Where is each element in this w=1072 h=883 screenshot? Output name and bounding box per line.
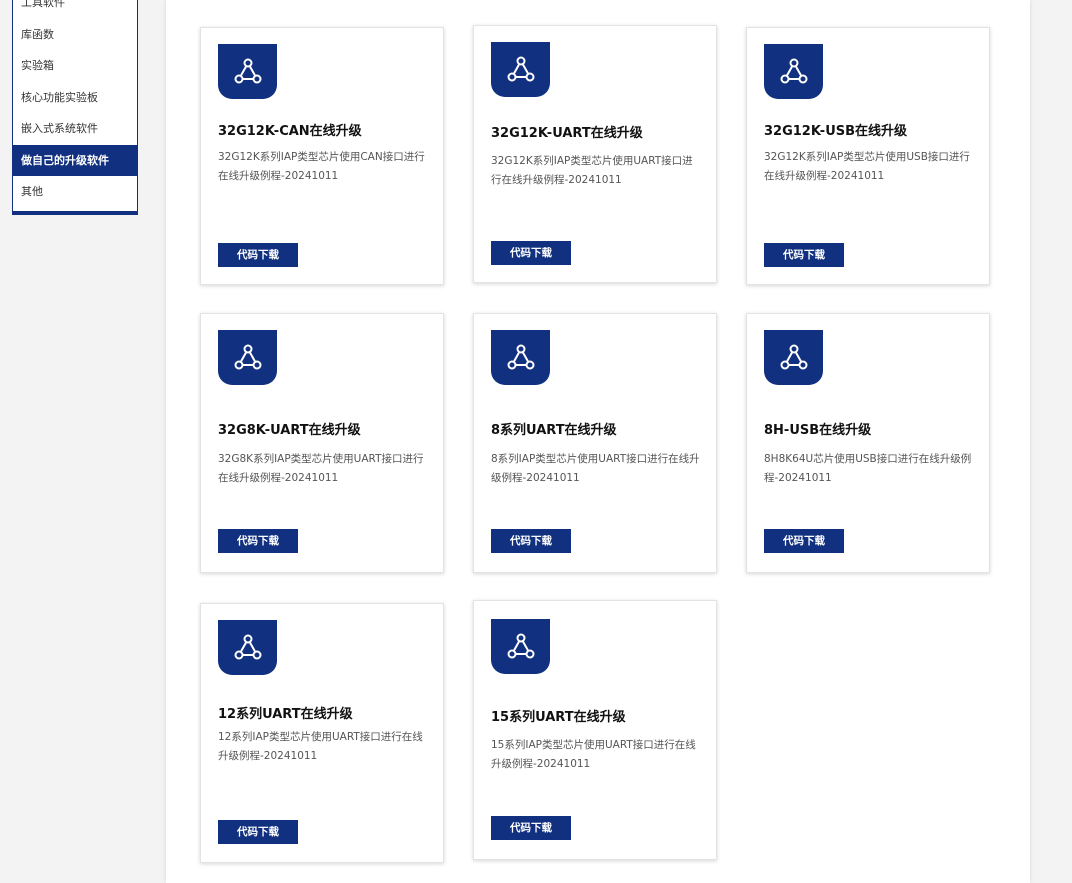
product-card: 32G12K-UART在线升级 32G12K系列IAP类型芯片使用UART接口进… xyxy=(473,25,717,283)
sidebar-item-other[interactable]: 其他 xyxy=(13,176,137,208)
sidebar-item-core-boards[interactable]: 核心功能实验板 xyxy=(13,82,137,114)
network-share-icon xyxy=(764,330,823,385)
sidebar-item-upgrade-software[interactable]: 做自己的升级软件 xyxy=(13,144,137,176)
product-card: 32G12K-USB在线升级 32G12K系列IAP类型芯片使用USB接口进行在… xyxy=(746,27,990,285)
code-download-button[interactable]: 代码下载 xyxy=(764,243,844,267)
product-card: 8系列UART在线升级 8系列IAP类型芯片使用UART接口进行在线升级例程-2… xyxy=(473,313,717,573)
card-description: 32G12K系列IAP类型芯片使用CAN接口进行在线升级例程-20241011 xyxy=(218,151,425,182)
product-card: 32G8K-UART在线升级 32G8K系列IAP类型芯片使用UART接口进行在… xyxy=(200,313,444,573)
card-description: 15系列IAP类型芯片使用UART接口进行在线升级例程-20241011 xyxy=(491,739,696,770)
card-title: 32G12K-UART在线升级 xyxy=(491,126,643,141)
code-download-button[interactable]: 代码下载 xyxy=(491,816,571,840)
network-share-icon xyxy=(218,620,277,675)
code-download-button[interactable]: 代码下载 xyxy=(218,820,298,844)
product-card: 15系列UART在线升级 15系列IAP类型芯片使用UART接口进行在线升级例程… xyxy=(473,600,717,860)
sidebar-item-libraries[interactable]: 库函数 xyxy=(13,19,137,51)
network-share-icon xyxy=(218,44,277,99)
code-download-button[interactable]: 代码下载 xyxy=(491,241,571,265)
sidebar-item-embedded-software[interactable]: 嵌入式系统软件 xyxy=(13,113,137,145)
product-card: 12系列UART在线升级 12系列IAP类型芯片使用UART接口进行在线升级例程… xyxy=(200,603,444,863)
code-download-button[interactable]: 代码下载 xyxy=(218,243,298,267)
card-title: 15系列UART在线升级 xyxy=(491,710,626,725)
sidebar-bottom-border xyxy=(13,211,137,214)
network-share-icon xyxy=(491,619,550,674)
code-download-button[interactable]: 代码下载 xyxy=(491,529,571,553)
card-description: 32G12K系列IAP类型芯片使用UART接口进行在线升级例程-20241011 xyxy=(491,155,693,186)
sidebar-item-tools[interactable]: 工具软件 xyxy=(13,0,137,19)
network-share-icon xyxy=(491,330,550,385)
content-panel: 32G12K-CAN在线升级 32G12K系列IAP类型芯片使用CAN接口进行在… xyxy=(166,0,1030,883)
network-share-icon xyxy=(491,42,550,97)
network-share-icon xyxy=(218,330,277,385)
card-title: 8H-USB在线升级 xyxy=(764,423,872,438)
sidebar-item-experiment-box[interactable]: 实验箱 xyxy=(13,50,137,82)
card-title: 32G12K-CAN在线升级 xyxy=(218,124,362,139)
code-download-button[interactable]: 代码下载 xyxy=(764,529,844,553)
card-description: 32G8K系列IAP类型芯片使用UART接口进行在线升级例程-20241011 xyxy=(218,453,424,484)
code-download-button[interactable]: 代码下载 xyxy=(218,529,298,553)
card-description: 12系列IAP类型芯片使用UART接口进行在线升级例程-20241011 xyxy=(218,731,423,762)
card-title: 32G8K-UART在线升级 xyxy=(218,423,361,438)
card-title: 32G12K-USB在线升级 xyxy=(764,124,908,139)
product-card: 8H-USB在线升级 8H8K64U芯片使用USB接口进行在线升级例程-2024… xyxy=(746,313,990,573)
card-description: 32G12K系列IAP类型芯片使用USB接口进行在线升级例程-20241011 xyxy=(764,151,970,182)
card-title: 8系列UART在线升级 xyxy=(491,423,617,438)
network-share-icon xyxy=(764,44,823,99)
card-description: 8系列IAP类型芯片使用UART接口进行在线升级例程-20241011 xyxy=(491,453,700,484)
product-card: 32G12K-CAN在线升级 32G12K系列IAP类型芯片使用CAN接口进行在… xyxy=(200,27,444,285)
card-title: 12系列UART在线升级 xyxy=(218,707,353,722)
category-sidebar: 工具软件 库函数 实验箱 核心功能实验板 嵌入式系统软件 做自己的升级软件 其他 xyxy=(12,0,138,215)
card-description: 8H8K64U芯片使用USB接口进行在线升级例程-20241011 xyxy=(764,453,972,484)
